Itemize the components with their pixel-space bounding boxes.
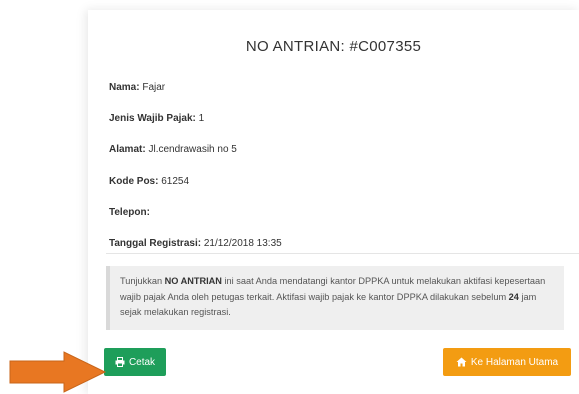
field-label: Tanggal Registrasi: [109,237,202,249]
field-value: 1 [195,113,205,125]
home-button-label: Ke Halaman Utama [470,356,559,368]
field-value: 61254 [158,175,190,187]
field-nama: Nama: Fajar [109,82,282,95]
field-label: Kode Pos: [109,175,159,187]
notice-emphasis: NO ANTRIAN [164,276,222,286]
registration-info: Nama: Fajar Jenis Wajib Pajak: 1 Alamat:… [109,82,282,269]
queue-number-title: NO ANTRIAN: #C007355 [245,38,422,55]
field-label: Telepon: [109,206,150,218]
notice-emphasis: 24 [508,291,519,302]
notice-text: Tunjukkan [120,276,165,286]
registration-panel: NO ANTRIAN: #C007355 Nama: Fajar Jenis W… [88,10,579,394]
field-value: Fajar [139,82,166,93]
arrow-right-icon [9,351,107,393]
print-button[interactable]: Cetak [104,348,166,376]
field-tanggal-registrasi: Tanggal Registrasi: 21/12/2018 13:35 [109,238,282,251]
field-telepon: Telepon: [109,207,282,220]
field-value: 21/12/2018 13:35 [201,237,282,249]
field-label: Nama: [109,82,140,93]
print-icon [115,357,125,367]
home-button[interactable]: Ke Halaman Utama [443,348,571,376]
home-icon [456,357,467,367]
info-notice: Tunjukkan NO ANTRIAN ini saat Anda menda… [106,266,564,330]
field-value: Jl.cendrawasih no 5 [145,144,237,156]
print-button-label: Cetak [128,356,156,368]
field-label: Jenis Wajib Pajak: [109,113,196,125]
field-label: Alamat: [109,144,146,156]
field-kode-pos: Kode Pos: 61254 [109,176,282,189]
divider [106,253,579,254]
field-jenis-wajib-pajak: Jenis Wajib Pajak: 1 [109,113,282,126]
field-alamat: Alamat: Jl.cendrawasih no 5 [109,144,282,157]
